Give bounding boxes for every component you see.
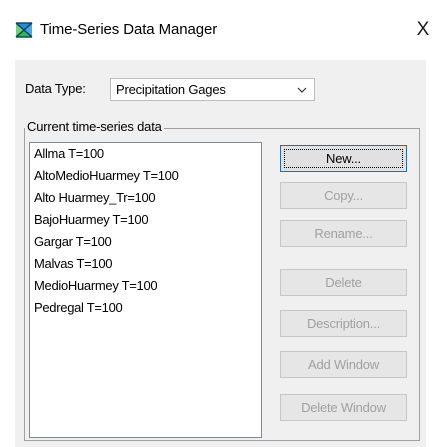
list-item[interactable]: AltoMedioHuarmey T=100 xyxy=(34,168,179,184)
chevron-down-icon[interactable] xyxy=(294,81,310,99)
time-series-list[interactable]: Allma T=100 AltoMedioHuarmey T=100 Alto … xyxy=(29,142,262,438)
list-item[interactable]: Alto Huarmey_Tr=100 xyxy=(34,190,156,206)
window-title: Time-Series Data Manager xyxy=(40,21,218,38)
rename-button-label: Rename... xyxy=(314,226,373,241)
description-button[interactable]: Description... xyxy=(280,310,407,337)
add-window-button-label: Add Window xyxy=(308,357,379,372)
delete-button[interactable]: Delete xyxy=(280,269,407,296)
list-item[interactable]: BajoHuarmey T=100 xyxy=(34,212,149,228)
close-button[interactable]: X xyxy=(411,18,435,42)
delete-window-button[interactable]: Delete Window xyxy=(280,394,407,421)
dialog-client-area: Data Type: Precipitation Gages Current t… xyxy=(15,60,426,447)
list-item[interactable]: Malvas T=100 xyxy=(34,256,112,272)
list-item[interactable]: Pedregal T=100 xyxy=(34,300,123,316)
time-series-data-manager-window: Time-Series Data Manager X Data Type: Pr… xyxy=(0,0,442,447)
copy-button-label: Copy... xyxy=(324,188,363,203)
add-window-button[interactable]: Add Window xyxy=(280,351,407,378)
list-item[interactable]: Gargar T=100 xyxy=(34,234,112,250)
list-item[interactable]: MedioHuarmey T=100 xyxy=(34,278,158,294)
data-type-dropdown[interactable]: Precipitation Gages xyxy=(110,78,315,101)
data-type-selected-value: Precipitation Gages xyxy=(116,82,226,97)
new-button-label: New... xyxy=(326,151,361,166)
data-type-label: Data Type: xyxy=(25,81,86,96)
group-title: Current time-series data xyxy=(25,118,164,136)
delete-window-button-label: Delete Window xyxy=(301,400,386,415)
rename-button[interactable]: Rename... xyxy=(280,220,407,247)
title-bar[interactable]: Time-Series Data Manager X xyxy=(0,0,442,60)
new-button[interactable]: New... xyxy=(280,145,407,172)
copy-button[interactable]: Copy... xyxy=(280,182,407,209)
app-icon xyxy=(15,21,33,39)
list-item[interactable]: Allma T=100 xyxy=(34,146,104,162)
description-button-label: Description... xyxy=(306,316,381,331)
delete-button-label: Delete xyxy=(325,275,362,290)
